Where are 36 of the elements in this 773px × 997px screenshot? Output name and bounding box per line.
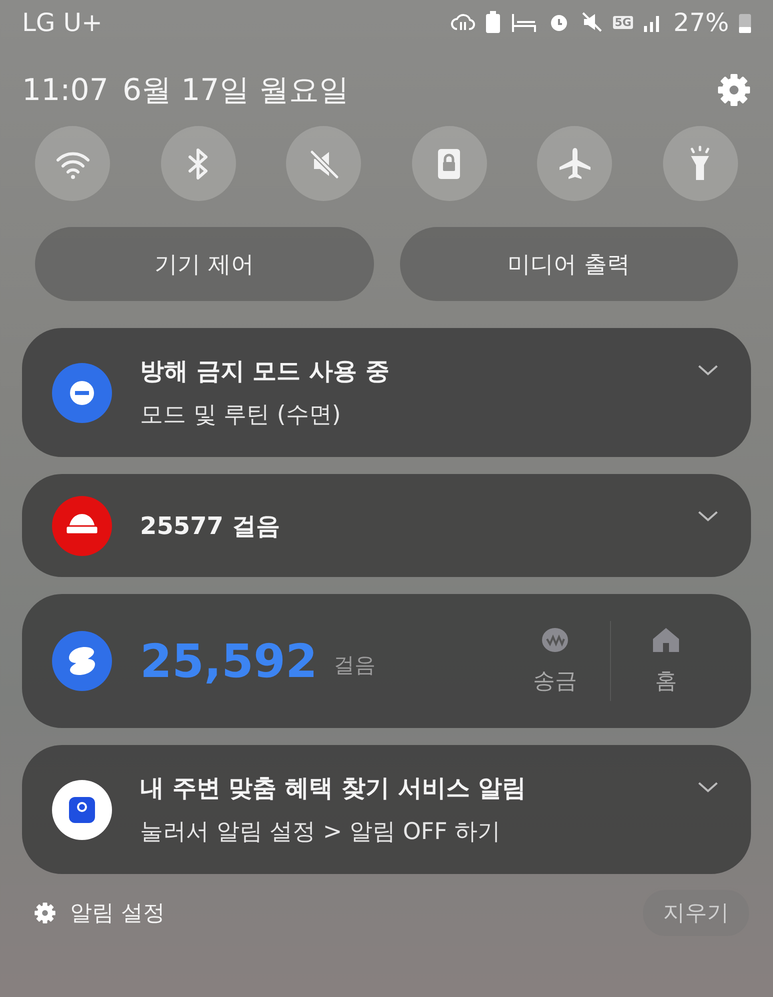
app-logo-icon	[52, 631, 112, 691]
notification-card[interactable]: 내 주변 맞춤 혜택 찾기 서비스 알림 눌러서 알림 설정 > 알림 OFF 하기	[22, 745, 751, 874]
notification-title: 내 주변 맞춤 혜택 찾기 서비스 알림	[140, 773, 526, 804]
panel-button[interactable]: 미디어 출력	[400, 227, 738, 301]
settings-icon[interactable]	[34, 902, 56, 924]
notification-text: 모드 및 루틴 (수면)	[140, 401, 341, 430]
action-button[interactable]: 홈	[611, 625, 721, 697]
expand-chevron-icon[interactable]	[697, 364, 719, 376]
network-type-label: 5G	[612, 16, 634, 28]
notification-settings-link[interactable]: 알림 설정	[70, 898, 165, 928]
app-logo-icon	[52, 780, 112, 840]
panel-button[interactable]: 기기 제어	[35, 227, 374, 301]
unit-label: 걸음	[334, 652, 377, 679]
step-count: 25,592	[140, 634, 318, 688]
expand-chevron-icon[interactable]	[697, 510, 719, 522]
notification-title: 방해 금지 모드 사용 중	[140, 356, 390, 387]
action-button[interactable]: 송금	[500, 625, 610, 697]
battery-saver-icon	[484, 11, 501, 33]
battery-icon	[739, 11, 751, 33]
battery-percent: 27%	[673, 8, 729, 36]
notification-card[interactable]: 25577 걸음	[22, 474, 751, 577]
notification-text: 눌러서 알림 설정 > 알림 OFF 하기	[140, 818, 501, 847]
do-not-disturb-icon	[52, 362, 112, 422]
clock-time: 11:07	[22, 72, 108, 108]
notification-title: 25577 걸음	[140, 510, 280, 542]
home-icon	[651, 626, 681, 654]
bed-icon	[510, 12, 537, 32]
carrier-label: LG U+	[22, 8, 102, 36]
mute-icon	[580, 11, 603, 33]
expand-chevron-icon[interactable]	[697, 781, 719, 793]
app-logo-icon	[52, 496, 112, 556]
cloud-sync-icon	[450, 11, 475, 33]
date-label: 6월 17일 월요일	[122, 72, 349, 110]
notification-card[interactable]: 방해 금지 모드 사용 중 모드 및 루틴 (수면)	[22, 328, 751, 457]
settings-icon[interactable]	[717, 73, 751, 107]
notification-card[interactable]: 25,592 걸음 송금 홈	[22, 594, 751, 728]
